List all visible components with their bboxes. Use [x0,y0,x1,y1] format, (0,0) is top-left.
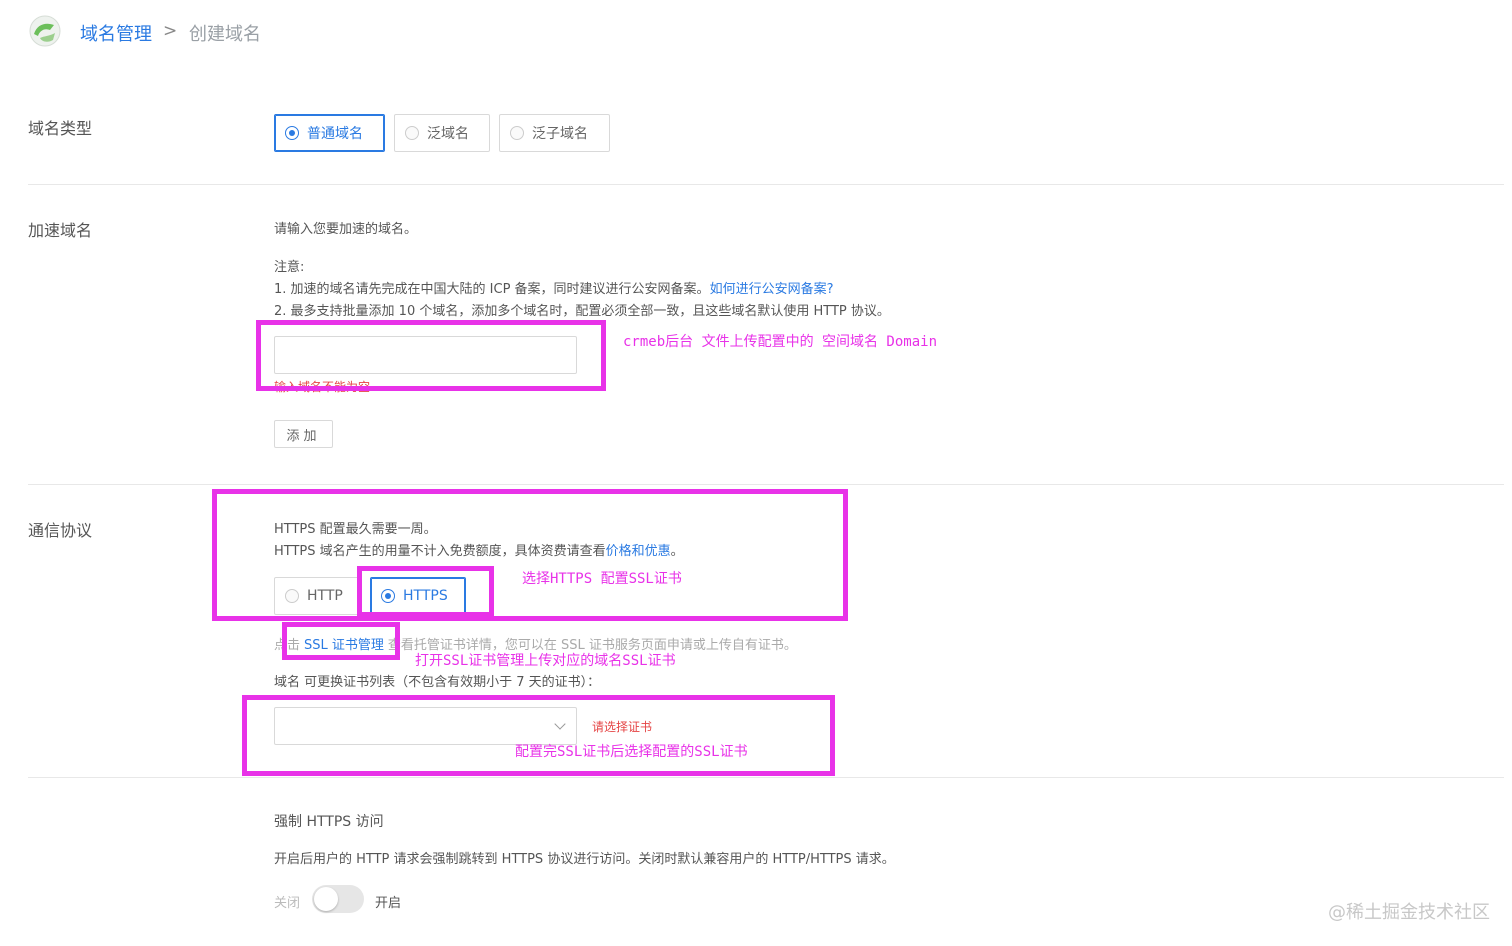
radio-https[interactable]: HTTPS [370,577,466,615]
radio-http-label: HTTP [307,588,343,604]
switch-on-label: 开启 [375,896,402,911]
ssl-manage-prefix: 点击 [274,638,301,653]
police-record-link[interactable]: 如何进行公安网备案? [710,282,834,297]
toggle-knob [314,887,338,911]
radio-wildcard-subdomain[interactable]: 泛子域名 [499,114,610,152]
annotation-ssl-note: 打开SSL证书管理上传对应的域名SSL证书 [415,653,676,669]
pricing-link[interactable]: 价格和优惠 [606,544,671,559]
cert-list-label: 域名 可更换证书列表（不包含有效期小于 7 天的证书）： [274,675,601,690]
breadcrumb-create-domain: 创建域名 [189,24,261,45]
watermark: @稀土掘金技术社区 [1328,902,1490,923]
note-title: 注意: [274,260,305,275]
cloud-logo-icon [29,15,61,47]
radio-empty-icon [405,126,419,140]
domain-input[interactable] [274,336,577,374]
radio-https-label: HTTPS [403,588,448,604]
note-line-1-text: 1. 加速的域名请先完成在中国大陆的 ICP 备案，同时建议进行公安网备案。 [274,282,710,297]
annotation-domain-note: crmeb后台 文件上传配置中的 空间域名 Domain [623,334,938,350]
radio-wildcard-domain[interactable]: 泛域名 [394,114,490,152]
https-pricing-note: HTTPS 域名产生的用量不计入免费额度，具体资费请查看价格和优惠。 [274,540,684,559]
force-https-toggle[interactable] [312,885,364,913]
radio-empty-icon [285,589,299,603]
ssl-cert-manage-link[interactable]: SSL 证书管理 [304,638,384,653]
section-divider [28,777,1504,778]
force-https-desc: 开启后用户的 HTTP 请求会强制跳转到 HTTPS 协议进行访问。关闭时默认兼… [274,852,895,867]
cert-select[interactable] [274,707,577,745]
radio-normal-domain[interactable]: 普通域名 [274,114,385,152]
radio-selected-icon [285,126,299,140]
cert-select-error: 请选择证书 [592,720,653,734]
radio-empty-icon [510,126,524,140]
chevron-down-icon [554,718,566,730]
https-pricing-suffix: 。 [670,544,684,559]
accelerate-intro: 请输入您要加速的域名。 [274,222,418,237]
breadcrumb-domain-management[interactable]: 域名管理 [80,20,152,46]
note-line-1: 1. 加速的域名请先完成在中国大陆的 ICP 备案，同时建议进行公安网备案。如何… [274,278,833,297]
annotation-https-note: 选择HTTPS 配置SSL证书 [522,571,682,587]
radio-selected-icon [381,589,395,603]
radio-wildcard-subdomain-label: 泛子域名 [532,126,588,142]
section-divider [28,184,1504,185]
breadcrumb-separator-icon: > [163,21,178,41]
domain-type-label: 域名类型 [28,119,93,138]
radio-http[interactable]: HTTP [274,577,361,615]
radio-wildcard-domain-label: 泛域名 [427,126,469,142]
domain-input-error: 输入域名不能为空 [274,380,371,394]
annotation-cert-note: 配置完SSL证书后选择配置的SSL证书 [515,744,748,760]
protocol-label: 通信协议 [28,521,93,540]
radio-normal-domain-label: 普通域名 [307,126,363,142]
accelerate-domain-label: 加速域名 [28,221,93,240]
switch-off-label: 关闭 [274,896,301,911]
section-divider [28,484,1504,485]
note-line-2: 2. 最多支持批量添加 10 个域名，添加多个域名时，配置必须全部一致，且这些域… [274,304,890,319]
https-pricing-text: HTTPS 域名产生的用量不计入免费额度，具体资费请查看 [274,544,606,559]
https-config-time: HTTPS 配置最久需要一周。 [274,522,437,537]
force-https-title: 强制 HTTPS 访问 [274,814,384,830]
add-domain-button[interactable]: 添加 [274,420,333,448]
